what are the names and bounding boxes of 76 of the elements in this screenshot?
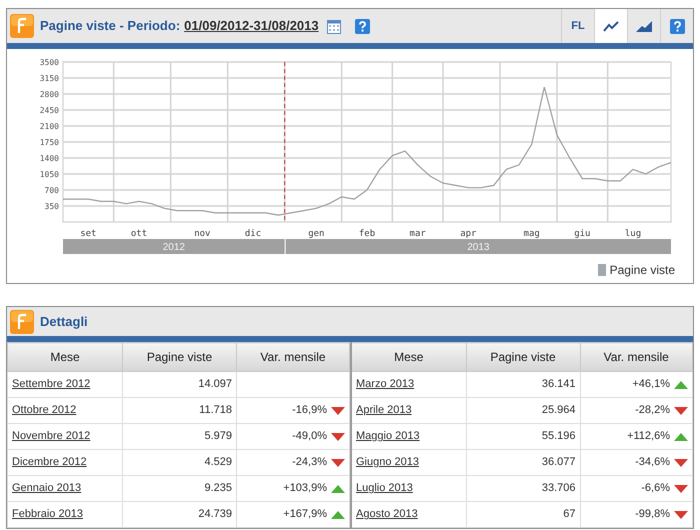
down-arrow-icon	[674, 458, 688, 466]
column-header[interactable]: Pagine viste	[122, 342, 236, 372]
calendar-icon[interactable]	[326, 18, 341, 34]
x-tick-label: feb	[358, 229, 376, 239]
period-link[interactable]: 01/09/2012-31/08/2013	[184, 16, 319, 36]
table-cell: 14.097	[122, 372, 236, 398]
x-tick-label: lug	[624, 229, 642, 239]
x-tick-label: mar	[410, 229, 426, 239]
table-cell: 33.706	[466, 476, 580, 502]
monthly-change: -6,6%	[641, 481, 670, 496]
x-tick-label: giu	[574, 229, 590, 239]
y-tick-label: 2450	[40, 106, 59, 115]
y-tick-label: 700	[44, 186, 59, 195]
column-header[interactable]: Var. mensile	[580, 342, 692, 372]
down-arrow-icon	[674, 406, 688, 414]
monthly-change: -16,9%	[292, 403, 327, 418]
table-cell: 4.529	[122, 450, 236, 476]
y-tick-label: 3500	[40, 58, 59, 67]
monthly-change: -24,3%	[292, 455, 327, 470]
help-icon[interactable]	[354, 18, 370, 34]
monthly-change: -49,0%	[292, 429, 327, 444]
x-tick-label: ott	[130, 229, 148, 239]
column-header[interactable]: Var. mensile	[236, 342, 350, 372]
down-arrow-icon	[674, 484, 688, 492]
year-label: 2013	[467, 242, 490, 253]
table-cell: 11.718	[122, 398, 236, 424]
monthly-change: +103,9%	[283, 481, 327, 496]
legend-swatch-icon	[598, 264, 606, 276]
monthly-change: -34,6%	[635, 455, 670, 470]
y-tick-label: 2800	[40, 90, 59, 99]
table-cell: 55.196	[466, 424, 580, 450]
legend-label: Pagine viste	[610, 262, 675, 279]
line-chart-button[interactable]	[594, 9, 627, 43]
x-tick-label: nov	[194, 229, 210, 239]
logo-icon	[10, 14, 34, 38]
monthly-change: +167,9%	[283, 507, 327, 522]
up-arrow-icon	[331, 484, 345, 492]
column-header[interactable]: Mese	[8, 342, 122, 372]
panel-title: Pagine viste - Periodo:	[40, 17, 180, 36]
x-tick-label: gen	[308, 229, 324, 239]
x-tick-label: set	[80, 229, 96, 239]
panel-title: Dettagli	[40, 312, 88, 331]
line-chart-icon	[603, 20, 619, 32]
y-tick-label: 1050	[40, 170, 59, 179]
down-arrow-icon	[331, 458, 345, 466]
up-arrow-icon	[331, 510, 345, 518]
column-header[interactable]: Mese	[351, 342, 466, 372]
table-cell: 36.141	[466, 372, 580, 398]
table-cell: 5.979	[122, 424, 236, 450]
x-tick-label: apr	[460, 229, 476, 239]
column-header[interactable]: Pagine viste	[466, 342, 580, 372]
table-cell: 24.739	[122, 502, 236, 528]
x-tick-label: mag	[524, 229, 540, 239]
year-label: 2012	[162, 242, 185, 253]
x-tick-label: dic	[244, 229, 262, 239]
area-chart-icon	[636, 20, 652, 32]
monthly-change: +112,6%	[627, 429, 670, 444]
up-arrow-icon	[674, 432, 688, 440]
table-cell: 25.964	[466, 398, 580, 424]
up-arrow-icon	[674, 380, 688, 388]
logo-icon	[10, 310, 34, 334]
table-cell: 36.077	[466, 450, 580, 476]
y-tick-label: 3150	[40, 74, 59, 83]
down-arrow-icon	[331, 406, 345, 414]
y-tick-label: 1750	[40, 138, 59, 147]
table-cell: 67	[466, 502, 580, 528]
y-tick-label: 1400	[40, 154, 59, 163]
down-arrow-icon	[331, 432, 345, 440]
monthly-change: -28,2%	[635, 403, 670, 418]
monthly-change: -99,8%	[635, 507, 670, 522]
table-cell: 9.235	[122, 476, 236, 502]
y-tick-label: 350	[44, 202, 59, 211]
help-icon	[670, 18, 684, 34]
monthly-change: +46,1%	[632, 377, 670, 392]
y-tick-label: 2100	[40, 122, 59, 131]
down-arrow-icon	[674, 510, 688, 518]
